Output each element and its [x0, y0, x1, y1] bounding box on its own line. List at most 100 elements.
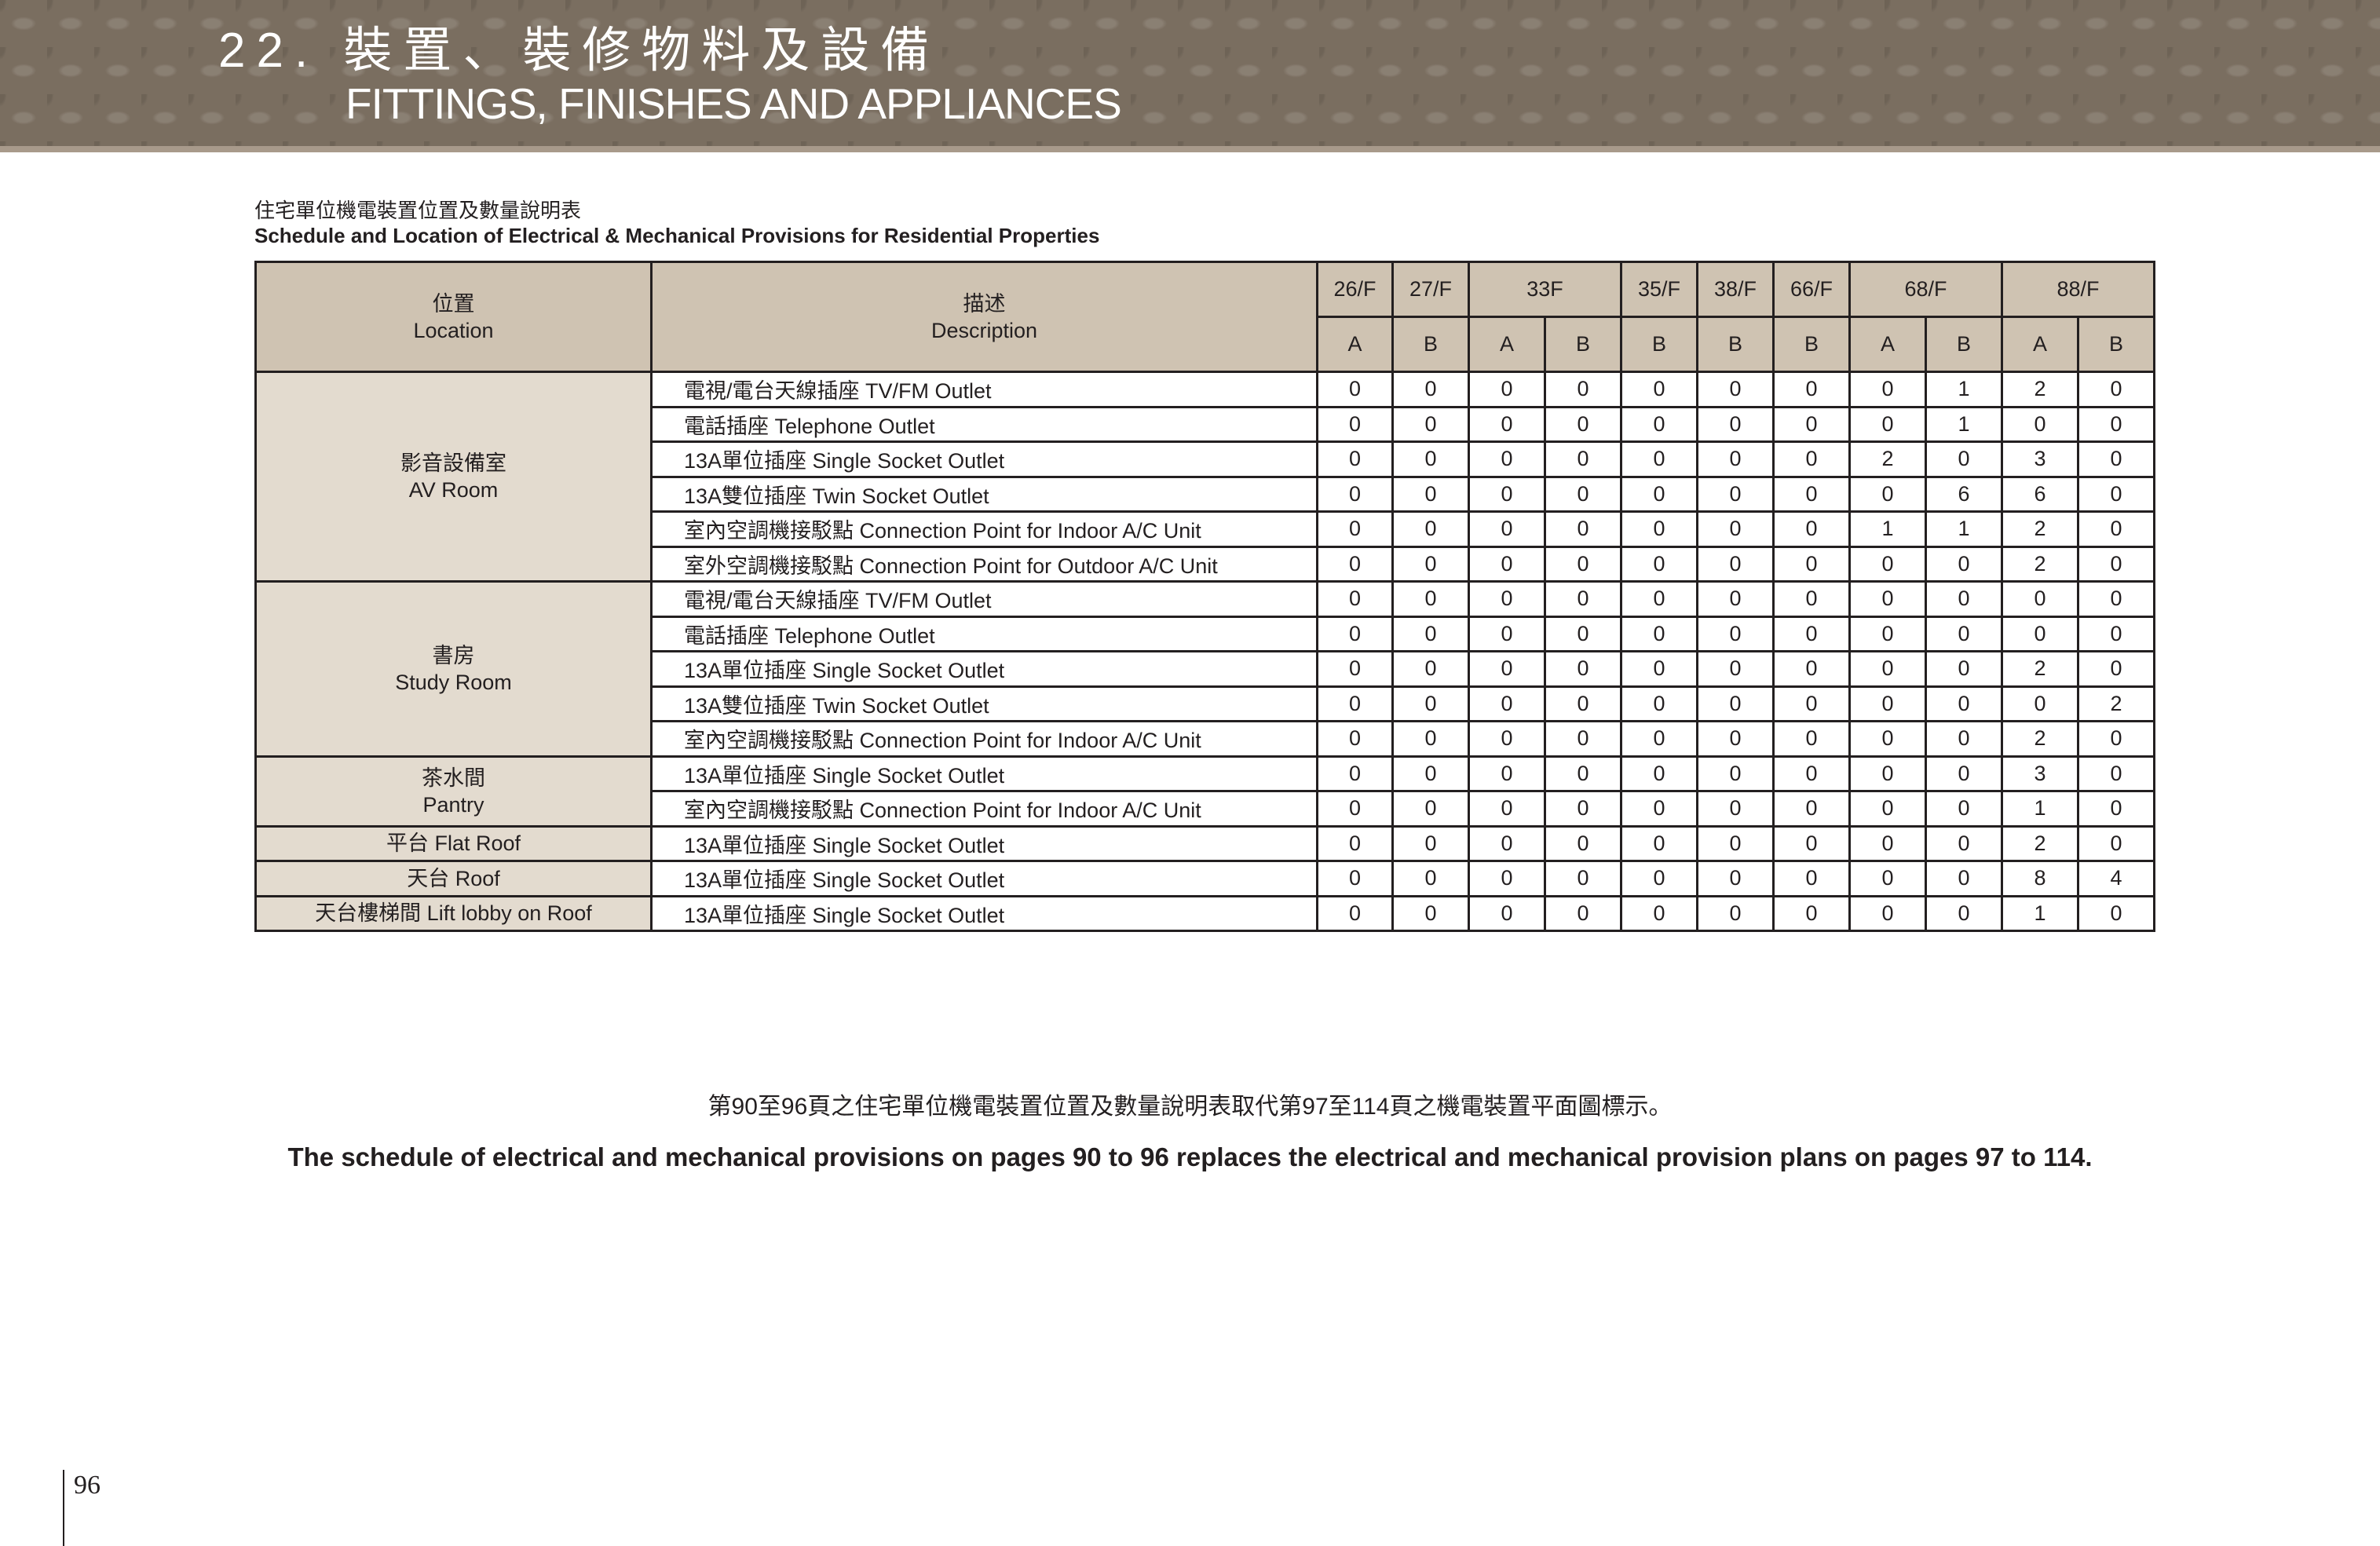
quantity-cell: 0	[2077, 615, 2155, 652]
quantity-cell: 0	[1848, 860, 1927, 897]
quantity-cell: 0	[2001, 685, 2079, 722]
unit-header: A	[1468, 316, 1546, 373]
quantity-cell: 0	[1316, 720, 1394, 758]
unit-header: B	[1925, 316, 2003, 373]
quantity-cell: 0	[1848, 405, 1927, 443]
quantity-cell: 0	[1544, 650, 1622, 688]
quantity-cell: 0	[1772, 475, 1851, 513]
quantity-cell: 0	[1696, 720, 1775, 758]
quantity-cell: 0	[2077, 650, 2155, 688]
provisions-table: 位置 Location 描述 Description 26/F 27/F 33F…	[254, 261, 2155, 932]
unit-header: B	[2077, 316, 2155, 373]
quantity-cell: 0	[2077, 510, 2155, 548]
quantity-cell: 0	[1468, 650, 1546, 688]
quantity-cell: 0	[1848, 894, 1927, 932]
quantity-cell: 0	[1925, 894, 2003, 932]
quantity-cell: 1	[1925, 510, 2003, 548]
quantity-cell: 2	[1848, 440, 1927, 478]
unit-header: B	[1620, 316, 1698, 373]
description-cell: 室內空調機接駁點 Connection Point for Indoor A/C…	[650, 510, 1318, 548]
description-header-en: Description	[930, 318, 1038, 342]
quantity-cell: 2	[2001, 720, 2079, 758]
unit-header: B	[1391, 316, 1470, 373]
quantity-cell: 0	[1391, 545, 1470, 583]
table-row: 影音設備室 AV Room 電視/電台天線插座 TV/FM Outlet 0 0 0 0 0 0…	[254, 371, 2155, 583]
quantity-cell: 0	[1772, 545, 1851, 583]
location-name-zh: 平台 Flat Roof	[386, 831, 521, 856]
quantity-cell: 0	[1696, 894, 1775, 932]
location-header-en: Location	[413, 318, 494, 342]
quantity-cell: 0	[2077, 580, 2155, 618]
quantity-cell: 0	[1848, 685, 1927, 722]
description-cell: 13A單位插座 Single Socket Outlet	[650, 894, 1318, 932]
description-cell: 室外空調機接駁點 Connection Point for Outdoor A/…	[650, 545, 1318, 583]
quantity-cell: 0	[1468, 510, 1546, 548]
quantity-cell: 6	[2001, 475, 2079, 513]
description-cell: 室內空調機接駁點 Connection Point for Indoor A/C…	[650, 720, 1318, 758]
quantity-cell: 0	[1696, 755, 1775, 792]
section-title-zh: 22. 裝置、裝修物料及設備	[218, 24, 941, 78]
quantity-cell: 0	[1620, 860, 1698, 897]
quantity-cell: 0	[1468, 615, 1546, 652]
quantity-cell: 1	[1925, 405, 2003, 443]
quantity-cell: 0	[1772, 650, 1851, 688]
location-name-zh: 天台 Roof	[407, 866, 500, 890]
quantity-cell: 0	[1772, 720, 1851, 758]
quantity-cell: 0	[1925, 440, 2003, 478]
quantity-cell: 2	[2001, 824, 2079, 862]
quantity-cell: 0	[2077, 440, 2155, 478]
quantity-cell: 0	[1544, 824, 1622, 862]
quantity-cell: 0	[2001, 615, 2079, 652]
quantity-cell: 0	[1848, 545, 1927, 583]
quantity-cell: 0	[1772, 860, 1851, 897]
location-name-zh: 茶水間	[422, 766, 485, 790]
location-cell: 茶水間 Pantry	[254, 755, 653, 828]
quantity-cell: 0	[1468, 824, 1546, 862]
floor-header: 68/F	[1848, 261, 2003, 318]
schedule-title-zh: 住宅單位機電裝置位置及數量說明表	[254, 199, 582, 222]
unit-header: A	[2001, 316, 2079, 373]
unit-header: A	[1848, 316, 1927, 373]
quantity-cell: 0	[1391, 685, 1470, 722]
table-row: 平台 Flat Roof 13A單位插座 Single Socket Outlet…	[254, 824, 2155, 862]
quantity-cell: 0	[1468, 685, 1546, 722]
quantity-cell: 0	[1391, 894, 1470, 932]
quantity-cell: 0	[1468, 860, 1546, 897]
quantity-cell: 0	[1544, 755, 1622, 792]
quantity-cell: 4	[2077, 860, 2155, 897]
quantity-cell: 0	[1848, 824, 1927, 862]
quantity-cell: 0	[1925, 615, 2003, 652]
quantity-cell: 1	[1925, 371, 2003, 408]
quantity-cell: 0	[2001, 580, 2079, 618]
quantity-cell: 0	[1772, 894, 1851, 932]
quantity-cell: 0	[1620, 685, 1698, 722]
quantity-cell: 0	[1391, 755, 1470, 792]
quantity-cell: 0	[1316, 685, 1394, 722]
description-cell: 13A單位插座 Single Socket Outlet	[650, 860, 1318, 897]
quantity-cell: 0	[1544, 405, 1622, 443]
quantity-cell: 0	[1620, 580, 1698, 618]
quantity-cell: 0	[1544, 580, 1622, 618]
quantity-cell: 0	[1316, 475, 1394, 513]
quantity-cell: 0	[1848, 755, 1927, 792]
quantity-cell: 0	[1391, 580, 1470, 618]
quantity-cell: 0	[1620, 440, 1698, 478]
quantity-cell: 0	[1468, 545, 1546, 583]
quantity-cell: 0	[2077, 405, 2155, 443]
quantity-cell: 2	[2001, 371, 2079, 408]
quantity-cell: 0	[1544, 685, 1622, 722]
location-name-en: AV Room	[408, 478, 499, 502]
quantity-cell: 3	[2001, 440, 2079, 478]
quantity-cell: 0	[1925, 685, 2003, 722]
quantity-cell: 8	[2001, 860, 2079, 897]
quantity-cell: 2	[2001, 650, 2079, 688]
quantity-cell: 0	[1391, 720, 1470, 758]
quantity-cell: 1	[1848, 510, 1927, 548]
footnote-zh: 第90至96頁之住宅單位機電裝置位置及數量說明表取代第97至114頁之機電裝置平…	[707, 1094, 1673, 1120]
location-name-en: Pantry	[422, 792, 484, 817]
quantity-cell: 0	[1925, 580, 2003, 618]
quantity-cell: 0	[1772, 755, 1851, 792]
quantity-cell: 0	[1696, 405, 1775, 443]
location-cell: 平台 Flat Roof	[254, 824, 653, 862]
quantity-cell: 0	[1848, 580, 1927, 618]
